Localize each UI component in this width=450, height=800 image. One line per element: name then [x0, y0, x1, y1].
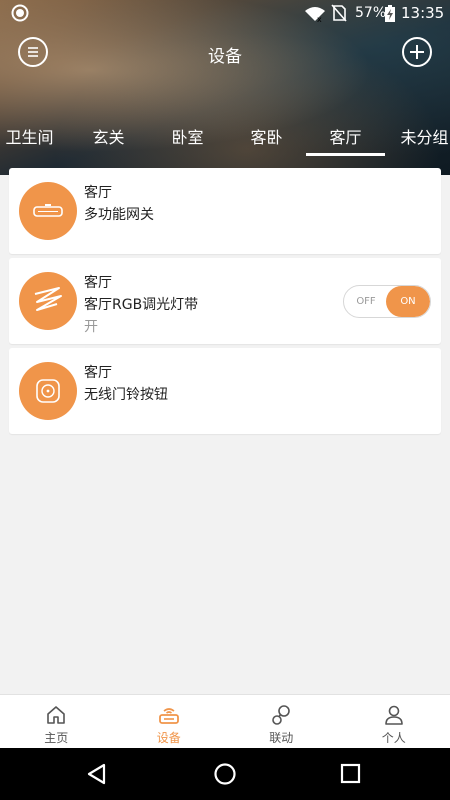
nav-label: 设备 [156, 731, 181, 745]
header-bar: 设备 [0, 28, 450, 78]
link-icon [272, 705, 291, 725]
device-name: 无线门铃按钮 [84, 387, 168, 403]
battery-charging-icon [385, 5, 395, 22]
bottom-navigation: 主页 设备 联动 个人 [0, 694, 450, 749]
notification-icon [11, 4, 29, 22]
device-card-light-strip[interactable]: 客厅 客厅RGB调光灯带 开 OFF ON [9, 258, 441, 344]
device-icon [158, 708, 179, 724]
svg-text:x: x [317, 15, 322, 22]
doorbell-button-icon [19, 362, 77, 420]
recent-apps-icon[interactable] [338, 761, 364, 787]
nav-label: 主页 [44, 731, 69, 745]
page-title: 设备 [208, 47, 242, 67]
power-toggle[interactable]: OFF ON [343, 285, 431, 318]
device-list: 客厅 多功能网关 客厅 客厅RGB调光灯带 开 OFF ON 客厅 无线门铃按钮 [9, 168, 441, 438]
tab-living-room[interactable]: 客厅 [306, 120, 385, 164]
nav-label: 联动 [269, 731, 294, 745]
device-info: 客厅 多功能网关 [84, 182, 154, 226]
nav-label: 个人 [381, 731, 406, 745]
tab-bathroom[interactable]: 卫生间 [0, 120, 69, 164]
device-room: 客厅 [84, 365, 112, 381]
tab-ungrouped[interactable]: 未分组 [385, 120, 450, 164]
device-name: 多功能网关 [84, 207, 154, 223]
device-info: 客厅 无线门铃按钮 [84, 362, 168, 406]
person-icon [384, 705, 403, 725]
gateway-icon [19, 182, 77, 240]
device-name: 客厅RGB调光灯带 [84, 297, 199, 313]
device-room: 客厅 [84, 275, 112, 291]
nav-home[interactable]: 主页 [0, 695, 113, 749]
room-tabs: 卫生间 玄关 卧室 客卧 客厅 未分组 [0, 120, 450, 164]
no-sim-icon [331, 4, 347, 22]
toggle-on-label: ON [386, 286, 430, 317]
device-status: 开 [84, 319, 98, 335]
nav-linkage[interactable]: 联动 [225, 695, 338, 749]
nav-devices[interactable]: 设备 [113, 695, 226, 749]
home-icon [47, 706, 66, 724]
clock: 13:35 [401, 4, 445, 22]
device-room: 客厅 [84, 185, 112, 201]
device-card-gateway[interactable]: 客厅 多功能网关 [9, 168, 441, 254]
home-circle-icon[interactable] [212, 761, 238, 787]
battery-percent: 57% [355, 5, 387, 21]
status-bar: x 57% 13:35 [0, 0, 450, 28]
nav-profile[interactable]: 个人 [338, 695, 450, 749]
toggle-off-label: OFF [356, 296, 376, 307]
system-navigation-bar [0, 748, 450, 800]
tab-bedroom[interactable]: 卧室 [148, 120, 227, 164]
add-device-button[interactable] [402, 37, 432, 67]
device-info: 客厅 客厅RGB调光灯带 开 [84, 272, 198, 338]
tab-guest-bedroom[interactable]: 客卧 [227, 120, 306, 164]
light-strip-icon [19, 272, 77, 330]
back-icon[interactable] [84, 761, 110, 787]
plus-icon [410, 45, 424, 59]
tab-entrance[interactable]: 玄关 [69, 120, 148, 164]
wifi-icon: x [305, 7, 325, 22]
device-card-doorbell[interactable]: 客厅 无线门铃按钮 [9, 348, 441, 434]
